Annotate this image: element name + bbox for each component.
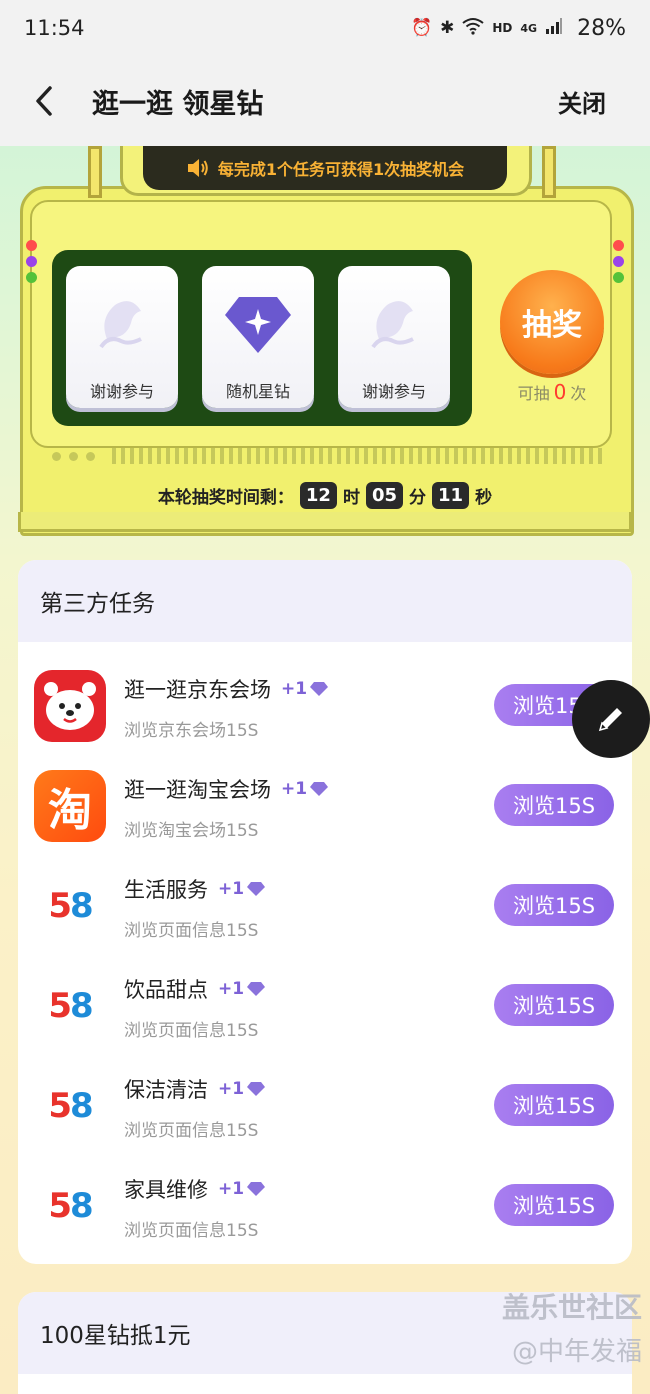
thanks-icon [359, 284, 429, 364]
timer-seconds-unit: 秒 [475, 487, 493, 508]
machine-foot [18, 512, 632, 532]
58-logo-icon: 58 [48, 886, 93, 926]
task-name: 逛一逛京东会场 [124, 678, 271, 702]
watermark: 盖乐世社区 @中年发福 [462, 1286, 642, 1374]
watermark-line1: 盖乐世社区 [501, 1291, 642, 1324]
task-desc: 浏览页面信息15S [124, 1221, 259, 1241]
task-reward: +1 [218, 879, 266, 899]
task-reward: +1 [218, 1179, 266, 1199]
timer-minutes-unit: 分 [409, 487, 427, 508]
reel-label-1: 谢谢参与 [89, 382, 154, 401]
timer-label: 本轮抽奖时间剩： [157, 487, 294, 508]
machine-post-left [88, 146, 102, 198]
reel-card-2: 随机星钻 [202, 266, 314, 408]
diamond-icon [247, 882, 266, 896]
leds-right [613, 240, 624, 283]
58-logo-icon: 58 [48, 986, 93, 1026]
draw-count-suffix: 次 [570, 384, 587, 403]
diamond-icon [223, 284, 293, 364]
diamond-icon [310, 782, 329, 796]
page-title: 逛一逛 领星钻 [92, 88, 264, 120]
task-reward: +1 [218, 1079, 266, 1099]
thanks-icon [87, 284, 157, 364]
task-row: 淘 逛一逛淘宝会场 +1 浏览淘宝会场15S 浏览15S [18, 760, 632, 860]
reel-label-3: 谢谢参与 [361, 382, 426, 401]
task-reward: +1 [281, 779, 329, 799]
lottery-notice: 每完成1个任务可获得1次抽奖机会 [143, 146, 507, 190]
task-reward: +1 [281, 679, 329, 699]
draw-count-value: 0 [553, 380, 567, 404]
reel-card-1: 谢谢参与 [66, 266, 178, 408]
diamond-icon [247, 982, 266, 996]
timer-hours-unit: 时 [342, 487, 360, 508]
machine-post-right [542, 146, 556, 198]
browse-button[interactable]: 浏览15S [494, 1184, 614, 1226]
browse-button[interactable]: 浏览15S [494, 984, 614, 1026]
close-button[interactable]: 关闭 [558, 84, 606, 119]
hd-label: HD [492, 21, 513, 35]
58-logo-icon: 58 [48, 1186, 93, 1226]
leds-left [26, 240, 37, 283]
back-arrow-icon [36, 86, 52, 116]
diamond-icon [247, 1082, 266, 1096]
countdown-timer: 本轮抽奖时间剩： 12 时 05 分 11 秒 [0, 478, 650, 512]
lottery-machine: 每完成1个任务可获得1次抽奖机会 谢谢参与 随机星钻 谢谢参与 抽奖 可抽 0 次 [0, 146, 650, 536]
status-time: 11:54 [24, 16, 85, 40]
task-desc: 浏览页面信息15S [124, 1021, 259, 1041]
signal-icon [545, 17, 563, 40]
wifi-icon [462, 17, 485, 40]
reel-card-3: 谢谢参与 [338, 266, 450, 408]
bluetooth-icon: ✱ [440, 18, 455, 38]
draw-count: 可抽 0 次 [500, 380, 604, 404]
browse-button[interactable]: 浏览15S [494, 784, 614, 826]
browse-button[interactable]: 浏览15S [494, 884, 614, 926]
task-name: 生活服务 [124, 878, 208, 902]
timer-minutes: 05 [365, 481, 404, 509]
timer-hours: 12 [299, 481, 337, 509]
task-row: 58 生活服务 +1 浏览页面信息15S 浏览15S [18, 860, 632, 960]
notice-text: 每完成1个任务可获得1次抽奖机会 [217, 160, 465, 179]
task-name: 饮品甜点 [124, 978, 208, 1002]
timer-seconds: 11 [432, 481, 470, 509]
task-desc: 浏览京东会场15S [124, 721, 259, 741]
third-party-tasks-card: 第三方任务 逛一逛京东会场 +1 浏览京东会场15S 浏览15S 淘 逛一逛淘宝会… [18, 560, 632, 1264]
task-name: 保洁清洁 [124, 1078, 208, 1102]
58-logo-icon: 58 [48, 1086, 93, 1126]
status-bar: 11:54 ⏰ ✱ HD 4G 28% [0, 0, 650, 56]
task-row: 逛一逛京东会场 +1 浏览京东会场15S 浏览15S [18, 660, 632, 760]
jd-logo-icon [34, 670, 106, 742]
task-desc: 浏览淘宝会场15S [124, 821, 259, 841]
edit-fab-button[interactable] [572, 680, 650, 758]
taobao-logo-icon: 淘 [34, 770, 106, 842]
watermark-line2: @中年发福 [511, 1337, 642, 1367]
alarm-icon: ⏰ [410, 18, 433, 38]
machine-dots [52, 452, 95, 461]
app-header: 逛一逛 领星钻 关闭 [0, 56, 650, 146]
task-row: 58 家具维修 +1 浏览页面信息15S 浏览15S [18, 1160, 632, 1260]
battery-percent: 28% [577, 15, 626, 41]
diamond-icon [310, 682, 329, 696]
task-name: 家具维修 [124, 1178, 208, 1202]
speaker-icon [187, 159, 208, 177]
task-row: 58 饮品甜点 +1 浏览页面信息15S 浏览15S [18, 960, 632, 1060]
task-desc: 浏览页面信息15S [124, 921, 259, 941]
pencil-icon [598, 708, 622, 732]
signal-label: 4G [520, 21, 538, 35]
draw-count-prefix: 可抽 [517, 384, 550, 403]
task-desc: 浏览页面信息15S [124, 1121, 259, 1141]
back-button[interactable] [12, 56, 76, 146]
diamond-icon [247, 1182, 266, 1196]
machine-grille [112, 448, 612, 464]
status-icons: ⏰ ✱ HD 4G 28% [411, 16, 626, 41]
draw-button[interactable]: 抽奖 [500, 270, 604, 374]
reel-label-2: 随机星钻 [225, 382, 290, 401]
task-reward: +1 [218, 979, 266, 999]
task-row: 58 保洁清洁 +1 浏览页面信息15S 浏览15S [18, 1060, 632, 1160]
browse-button[interactable]: 浏览15S [494, 1084, 614, 1126]
task-name: 逛一逛淘宝会场 [124, 778, 271, 802]
tasks-title: 第三方任务 [18, 560, 632, 642]
